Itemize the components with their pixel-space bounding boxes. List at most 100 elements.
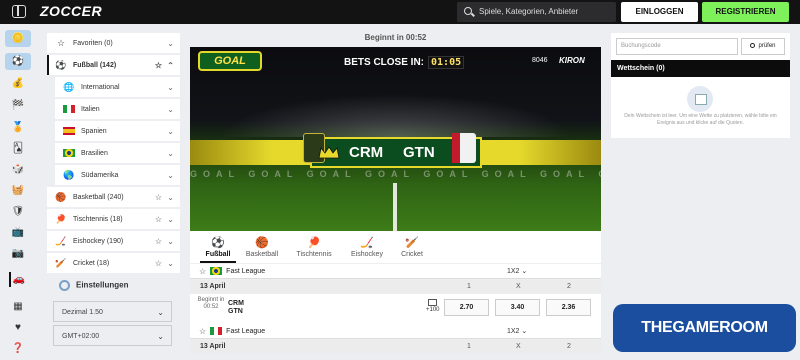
- tab-cricket[interactable]: 🏏 Cricket: [387, 236, 437, 258]
- medal-icon[interactable]: 🏅: [9, 120, 27, 135]
- timezone-select[interactable]: GMT+02:00 ⌄: [53, 325, 172, 346]
- racing-flag-icon[interactable]: 🏁: [9, 98, 27, 113]
- flag-italy-icon: [63, 105, 75, 113]
- login-button[interactable]: EINLOGGEN: [621, 2, 698, 22]
- moneybag-icon[interactable]: 💰: [9, 76, 27, 91]
- help-icon[interactable]: ❓: [9, 341, 27, 356]
- date-header: 13 April 1 X 2: [190, 280, 601, 293]
- star-icon[interactable]: ☆: [155, 193, 162, 202]
- car-icon[interactable]: 🚗: [9, 272, 27, 287]
- star-icon[interactable]: ☆: [155, 237, 162, 246]
- chevron-down-icon: ⌄: [157, 308, 164, 317]
- more-markets-button[interactable]: +100: [426, 299, 440, 313]
- settings-label: Einstellungen: [76, 280, 129, 290]
- home-team-name: CRM: [349, 144, 384, 161]
- table-tennis-icon: 🏓: [307, 237, 321, 249]
- pitch-center-line: [393, 183, 397, 231]
- sidebar-item-football[interactable]: ⚽ Fußball (142) ☆ ⌃: [47, 55, 180, 75]
- tab-football[interactable]: ⚽ Fußball: [193, 236, 243, 258]
- sidebar-item-italy[interactable]: Italien ⌄: [55, 99, 180, 119]
- bets-close-timer: 01:05: [428, 56, 465, 69]
- tv-icon[interactable]: 📺: [9, 225, 27, 240]
- odds-format-value: Dezimal 1.50: [62, 309, 103, 316]
- top-header: ZOCCER Spiele, Kategorien, Anbieter EINL…: [0, 0, 800, 24]
- event-teams: CRM GTN: [228, 300, 244, 316]
- sidebar-item-spain[interactable]: Spanien ⌄: [55, 121, 180, 141]
- star-icon[interactable]: ☆: [199, 327, 206, 336]
- odds-button-2[interactable]: 2.36: [546, 299, 591, 316]
- coin-icon[interactable]: 🪙: [5, 30, 31, 47]
- bets-close-banner: BETS CLOSE IN: 01:05: [344, 56, 465, 69]
- flag-brazil-icon: [63, 149, 75, 157]
- market-selector[interactable]: 1X2 ⌄: [507, 327, 527, 335]
- flag-italy-icon: [210, 327, 223, 335]
- sidebar-item-brazil[interactable]: Brasilien ⌄: [55, 143, 180, 163]
- star-icon[interactable]: ☆: [155, 215, 162, 224]
- chevron-down-icon: ⌄: [167, 236, 174, 246]
- sidebar-item-label: Favoriten (0): [73, 39, 113, 47]
- chevron-down-icon: ⌄: [167, 82, 174, 92]
- league-header[interactable]: ☆ Fast League 1X2 ⌄: [190, 264, 601, 279]
- sidebar-item-cricket[interactable]: 🏏 Cricket (18) ☆ ⌄: [47, 253, 180, 273]
- column-x-header: X: [516, 343, 521, 350]
- sidebar-item-south-america[interactable]: 🌎 Südamerika ⌄: [55, 165, 180, 185]
- sidebar-item-label: Spanien: [81, 127, 107, 135]
- odds-format-select[interactable]: Dezimal 1.50 ⌄: [53, 301, 172, 322]
- star-icon[interactable]: ☆: [155, 259, 162, 268]
- betslip-panel: Buchungscode prüfen Wettschein (0) Dein …: [611, 33, 790, 138]
- league-header[interactable]: ☆ Fast League 1X2 ⌄: [190, 324, 601, 339]
- search-input[interactable]: Spiele, Kategorien, Anbieter: [457, 2, 616, 22]
- market-label: 1X2: [507, 268, 520, 275]
- live-stream-player[interactable]: GOAL BETS CLOSE IN: 01:05 8046 KIRON CRM …: [190, 47, 601, 231]
- event-start-time: Beginnt in 00:52: [197, 297, 225, 310]
- sidebar-item-label: Südamerika: [81, 171, 119, 179]
- booking-code-input[interactable]: Buchungscode: [616, 38, 738, 55]
- odds-button-x[interactable]: 3.40: [495, 299, 540, 316]
- globe-icon: 🌎: [63, 169, 75, 180]
- basket-icon[interactable]: 🧺: [9, 183, 27, 198]
- odds-button-1[interactable]: 2.70: [444, 299, 489, 316]
- tab-ice-hockey[interactable]: 🏒 Eishockey: [342, 236, 392, 258]
- chevron-down-icon: ⌄: [167, 104, 174, 114]
- cards-icon[interactable]: 🂡: [9, 141, 27, 156]
- chevron-down-icon: ⌄: [167, 38, 174, 48]
- table-row[interactable]: Beginnt in 00:52 CRM GTN +100 2.70 3.40 …: [190, 294, 601, 324]
- table-icon[interactable]: ▦: [9, 299, 27, 314]
- icon-rail: 🪙 ⚽ 💰 🏁 🏅 🂡 🎲 🧺 🛡 📺 📷 🚗 ▦ ♥ ❓: [0, 24, 37, 360]
- sidebar-item-table-tennis[interactable]: 🏓 Tischtennis (18) ☆ ⌄: [47, 209, 180, 229]
- dice-icon[interactable]: 🎲: [9, 162, 27, 177]
- sidebar-item-label: Basketball (240): [73, 193, 124, 201]
- sidebar-item-international[interactable]: 🌐 International ⌄: [55, 77, 180, 97]
- star-icon[interactable]: ☆: [155, 61, 162, 70]
- search-placeholder: Spiele, Kategorien, Anbieter: [479, 7, 579, 16]
- league-name: Fast League: [226, 267, 266, 275]
- away-team-name: GTN: [403, 144, 435, 161]
- sidebar-toggle-icon[interactable]: [12, 5, 26, 18]
- tab-label: Fußball: [205, 251, 231, 258]
- star-icon: ☆: [56, 37, 66, 48]
- camera-icon[interactable]: 📷: [9, 246, 27, 261]
- tv-icon: [428, 299, 438, 306]
- timezone-value: GMT+02:00: [62, 333, 100, 340]
- chevron-down-icon: ⌄: [167, 148, 174, 158]
- sport-icon[interactable]: ⚽: [5, 53, 31, 70]
- tab-table-tennis[interactable]: 🏓 Tischtennis: [289, 236, 339, 258]
- sidebar-item-basketball[interactable]: 🏀 Basketball (240) ☆ ⌄: [47, 187, 180, 207]
- tab-label: Eishockey: [351, 251, 383, 258]
- tab-basketball[interactable]: 🏀 Basketball: [237, 236, 287, 258]
- football-icon: ⚽: [211, 237, 225, 249]
- register-button[interactable]: REGISTRIEREN: [702, 2, 789, 22]
- sidebar-item-ice-hockey[interactable]: 🏒 Eishockey (190) ☆ ⌄: [47, 231, 180, 251]
- cricket-icon: 🏏: [405, 237, 419, 249]
- sidebar-item-favorites[interactable]: ☆ Favoriten (0) ⌄: [47, 33, 180, 53]
- star-icon[interactable]: ☆: [199, 267, 206, 276]
- empty-betslip-text: Dein Wettschein ist leer. Um eine Wette …: [624, 113, 777, 126]
- shield-icon[interactable]: 🛡: [9, 204, 27, 219]
- market-label: 1X2: [507, 328, 520, 335]
- site-logo[interactable]: ZOCCER: [40, 3, 102, 19]
- chevron-down-icon: ⌄: [167, 258, 174, 268]
- market-selector[interactable]: 1X2 ⌄: [507, 267, 527, 275]
- hearts-icon[interactable]: ♥: [9, 320, 27, 335]
- settings-heading: Einstellungen: [59, 280, 128, 291]
- check-code-button[interactable]: prüfen: [741, 38, 785, 55]
